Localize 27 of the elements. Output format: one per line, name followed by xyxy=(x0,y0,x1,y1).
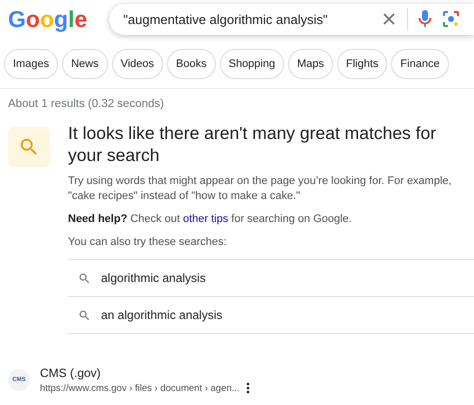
filter-chip[interactable]: Videos xyxy=(112,49,164,79)
search-input[interactable]: "augmentative algorithmic analysis" xyxy=(123,12,371,26)
help-text: Need help? Check out other tips for searching on Google. xyxy=(68,212,353,227)
result-stats: About 1 results (0.32 seconds) xyxy=(7,97,165,110)
filter-chip[interactable]: Books xyxy=(167,49,216,79)
filter-chip[interactable]: Maps xyxy=(288,49,334,79)
filter-chip[interactable]: Flights xyxy=(337,49,388,79)
search-icon xyxy=(78,272,91,284)
suggested-search[interactable]: an algorithmic analysis xyxy=(68,296,474,333)
filter-chip[interactable]: Finance xyxy=(391,49,449,79)
suggest-label: You can also try these searches: xyxy=(68,235,228,250)
suggested-search[interactable]: algorithmic analysis xyxy=(68,259,474,296)
tips-link[interactable]: other tips xyxy=(182,213,228,225)
clear-icon[interactable] xyxy=(381,11,397,27)
filter-chip[interactable]: News xyxy=(62,49,108,79)
notice-heading: It looks like there aren't many great matches for your search xyxy=(68,122,438,166)
search-icon xyxy=(78,308,91,322)
microphone-icon[interactable] xyxy=(418,9,432,29)
notice-text: Try using words that might appear on the page you’re looking for. For example, "cake recipes" instead of "how to make a cake." xyxy=(68,174,453,204)
camera-icon[interactable] xyxy=(442,10,460,28)
filter-chip[interactable]: Shopping xyxy=(220,49,284,79)
site-name: CMS (.gov) xyxy=(40,366,102,380)
search-bar[interactable]: "augmentative algorithmic analysis" xyxy=(109,4,474,34)
filter-chip[interactable]: Images xyxy=(4,49,58,79)
result-url: https://www.cms.gov › files › document › agen... xyxy=(40,382,240,394)
more-icon[interactable] xyxy=(246,382,250,394)
logo[interactable]: Google xyxy=(8,3,88,35)
